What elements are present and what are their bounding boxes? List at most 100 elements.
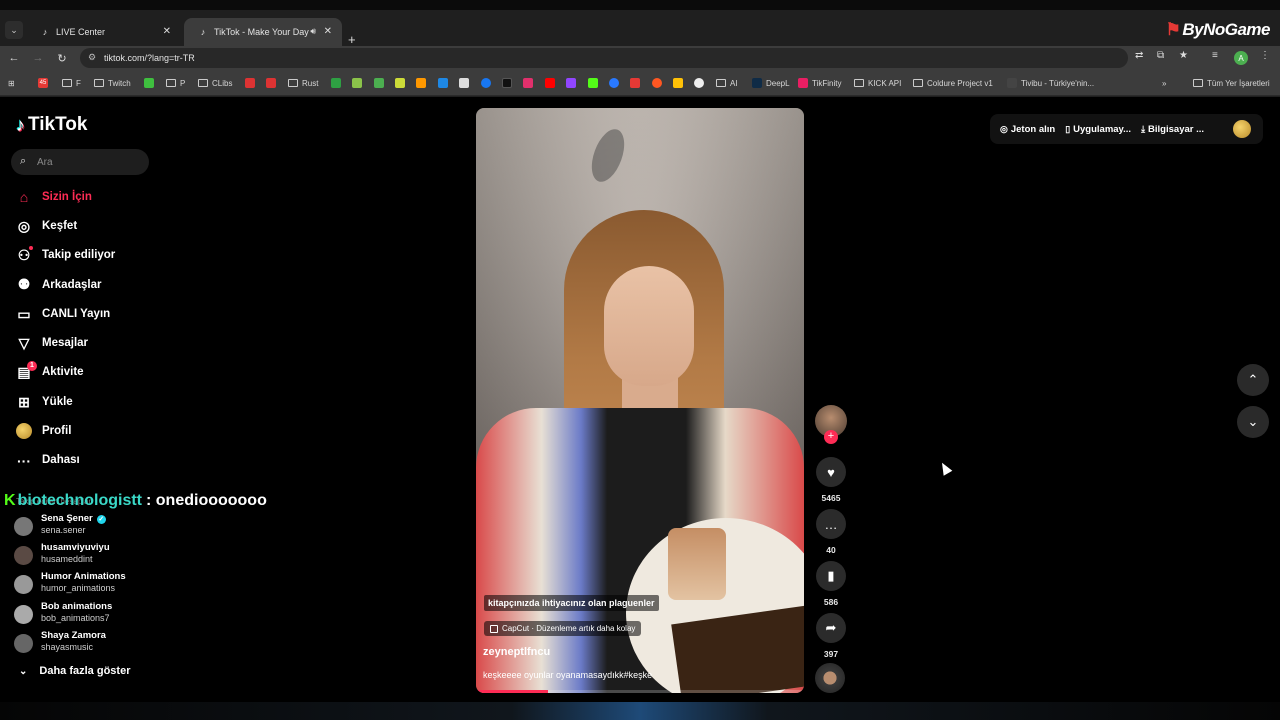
previous-video-button[interactable]: ⌃ xyxy=(1237,364,1269,396)
sidebar-item-activity[interactable]: ▤ 1 Aktivite xyxy=(0,358,160,387)
media-icon[interactable]: ≡ xyxy=(1212,50,1218,61)
bookmark-site[interactable] xyxy=(502,77,516,89)
sidebar-item-profile[interactable]: Profil xyxy=(0,416,160,445)
sidebar-item-explore[interactable]: ◎ Keşfet xyxy=(0,211,160,240)
chevron-down-icon: ⌄ xyxy=(1247,414,1259,429)
bookmark-site[interactable] xyxy=(523,77,537,89)
show-more-button[interactable]: ⌄ Daha fazla göster xyxy=(19,665,130,677)
kick-icon xyxy=(588,78,598,88)
bookmark-site[interactable] xyxy=(374,77,388,89)
bookmark-folder[interactable]: CLibs xyxy=(198,77,232,89)
site-favicon-icon xyxy=(416,78,426,88)
account-item[interactable]: Bob animations bob_animations7 xyxy=(14,601,164,630)
desktop-app-button[interactable]: ⤓ Bilgisayar ... xyxy=(1141,124,1204,135)
next-video-button[interactable]: ⌄ xyxy=(1237,406,1269,438)
video-player[interactable]: kitapçınızda ihtiyacınız olan plaguenler… xyxy=(476,108,804,693)
sidebar-item-friends[interactable]: ⚉ Arkadaşlar xyxy=(0,270,160,299)
sidebar-item-live[interactable]: ▭ CANLI Yayın xyxy=(0,299,160,328)
address-bar[interactable]: ⚙ tiktok.com/?lang=tr-TR xyxy=(80,48,1128,68)
bookmark-site[interactable] xyxy=(331,77,345,89)
user-avatar[interactable] xyxy=(1233,120,1251,138)
bookmark-site[interactable] xyxy=(652,77,666,89)
profile-avatar[interactable]: A xyxy=(1234,51,1248,65)
video-person-face xyxy=(604,266,694,386)
profile-icon xyxy=(15,422,33,440)
install-icon[interactable]: ⧉ xyxy=(1157,50,1164,61)
sidebar-item-messages[interactable]: ▽ Mesajlar xyxy=(0,328,160,357)
sidebar-item-upload[interactable]: ⊞ Yükle xyxy=(0,387,160,416)
sidebar-item-for-you[interactable]: ⌂ Sizin İçin xyxy=(0,182,160,211)
bookmark-star-icon[interactable]: ★ xyxy=(1179,50,1188,61)
follow-plus-icon[interactable]: + xyxy=(824,430,838,444)
tab-live-center[interactable]: ♪ LIVE Center ✕ xyxy=(26,18,181,46)
bookmark-folder[interactable]: P xyxy=(166,77,185,89)
bookmark-site[interactable] xyxy=(266,77,280,89)
bookmark-site[interactable] xyxy=(630,77,644,89)
share-button[interactable]: ➦ 397 xyxy=(815,613,847,659)
video-overlay-text: kitapçınızda ihtiyacınız olan plaguenler xyxy=(484,595,659,611)
bookmark-site[interactable] xyxy=(144,77,158,89)
tab-tiktok[interactable]: ♪ TikTok - Make Your Day 🔊︎ ✕ xyxy=(184,18,342,46)
save-button[interactable]: ▮ 586 xyxy=(815,561,847,607)
like-button[interactable]: ♥ 5465 xyxy=(815,457,847,503)
account-item[interactable]: Sena Şener ✓ sena.sener xyxy=(14,513,164,542)
bookmark-site[interactable] xyxy=(545,77,559,89)
bookmark-site[interactable]: DeepL xyxy=(752,77,790,89)
bookmark-folder[interactable]: Twitch xyxy=(94,77,131,89)
bookmark-folder[interactable]: AI xyxy=(716,77,738,89)
site-info-icon[interactable]: ⚙ xyxy=(88,52,96,63)
account-item[interactable]: husamviyuviyu husameddint xyxy=(14,542,164,571)
site-favicon-icon xyxy=(395,78,405,88)
search-placeholder: Ara xyxy=(37,156,53,168)
get-coins-button[interactable]: ◎ Jeton alın xyxy=(1000,124,1055,135)
menu-icon[interactable]: ⋮ xyxy=(1260,50,1270,61)
bookmark-folder[interactable]: F xyxy=(62,77,81,89)
bookmark-site[interactable] xyxy=(245,77,259,89)
bookmark-site[interactable] xyxy=(352,77,366,89)
bookmark-site[interactable] xyxy=(673,77,687,89)
bookmark-site[interactable] xyxy=(481,77,495,89)
tab-close-icon[interactable]: ✕ xyxy=(324,26,332,37)
bookmark-site[interactable] xyxy=(459,77,473,89)
more-bookmarks-icon[interactable]: » xyxy=(1162,77,1166,89)
capcut-label: CapCut · Düzenleme artık daha kolay xyxy=(502,624,636,633)
bookmark-folder[interactable]: KICK API xyxy=(854,77,901,89)
music-disc-icon[interactable] xyxy=(815,663,845,693)
back-icon[interactable]: ← xyxy=(6,50,22,66)
new-tab-button[interactable]: + xyxy=(348,32,356,47)
tiktok-logo[interactable]: ♪ TikTok xyxy=(16,114,87,136)
bookmark-site[interactable] xyxy=(694,77,708,89)
get-app-button[interactable]: ▯ Uygulamay... xyxy=(1065,124,1131,135)
forward-icon[interactable]: → xyxy=(30,50,46,66)
bookmark-site[interactable]: Tivibu - Türkiye'nin... xyxy=(1007,77,1094,89)
bookmark-site[interactable] xyxy=(609,77,623,89)
apps-icon[interactable]: ⊞ xyxy=(8,77,15,89)
url-text: tiktok.com/?lang=tr-TR xyxy=(104,53,195,63)
bookmark-site[interactable] xyxy=(588,77,602,89)
bookmark-label: Tivibu - Türkiye'nin... xyxy=(1021,78,1095,88)
reload-icon[interactable]: ↻ xyxy=(54,50,70,66)
bookmark-folder[interactable]: Rust xyxy=(288,77,318,89)
bookmark-site[interactable] xyxy=(566,77,580,89)
video-progress-bar[interactable] xyxy=(476,690,804,693)
bookmark-site[interactable] xyxy=(416,77,430,89)
account-item[interactable]: Humor Animations humor_animations xyxy=(14,571,164,600)
sidebar-item-following[interactable]: ⚇ Takip ediliyor xyxy=(0,241,160,270)
bookmark-site[interactable] xyxy=(395,77,409,89)
folder-icon xyxy=(913,79,923,87)
bookmark-site[interactable] xyxy=(438,77,452,89)
bookmark-site[interactable]: TikFinity xyxy=(798,77,841,89)
speaker-icon[interactable]: 🔊︎ xyxy=(310,26,316,37)
comment-button[interactable]: … 40 xyxy=(815,509,847,555)
all-bookmarks-folder[interactable]: Tüm Yer İşaretleri xyxy=(1193,77,1270,89)
video-author[interactable]: zeyneptlfncu xyxy=(483,646,550,658)
capcut-tag[interactable]: CapCut · Düzenleme artık daha kolay xyxy=(484,621,642,636)
search-input[interactable]: ⌕ Ara xyxy=(11,149,149,175)
tab-close-icon[interactable]: ✕ xyxy=(163,26,171,37)
bookmark-badge[interactable]: 45 xyxy=(38,77,52,89)
sidebar-item-more[interactable]: ··· Dahası xyxy=(0,446,160,475)
translate-icon[interactable]: ⇄ xyxy=(1135,50,1143,61)
account-item[interactable]: Shaya Zamora shayasmusic xyxy=(14,630,164,659)
bookmark-folder[interactable]: Coldure Project v1 xyxy=(913,77,993,89)
tab-search-button[interactable]: ⌄ xyxy=(5,21,23,39)
